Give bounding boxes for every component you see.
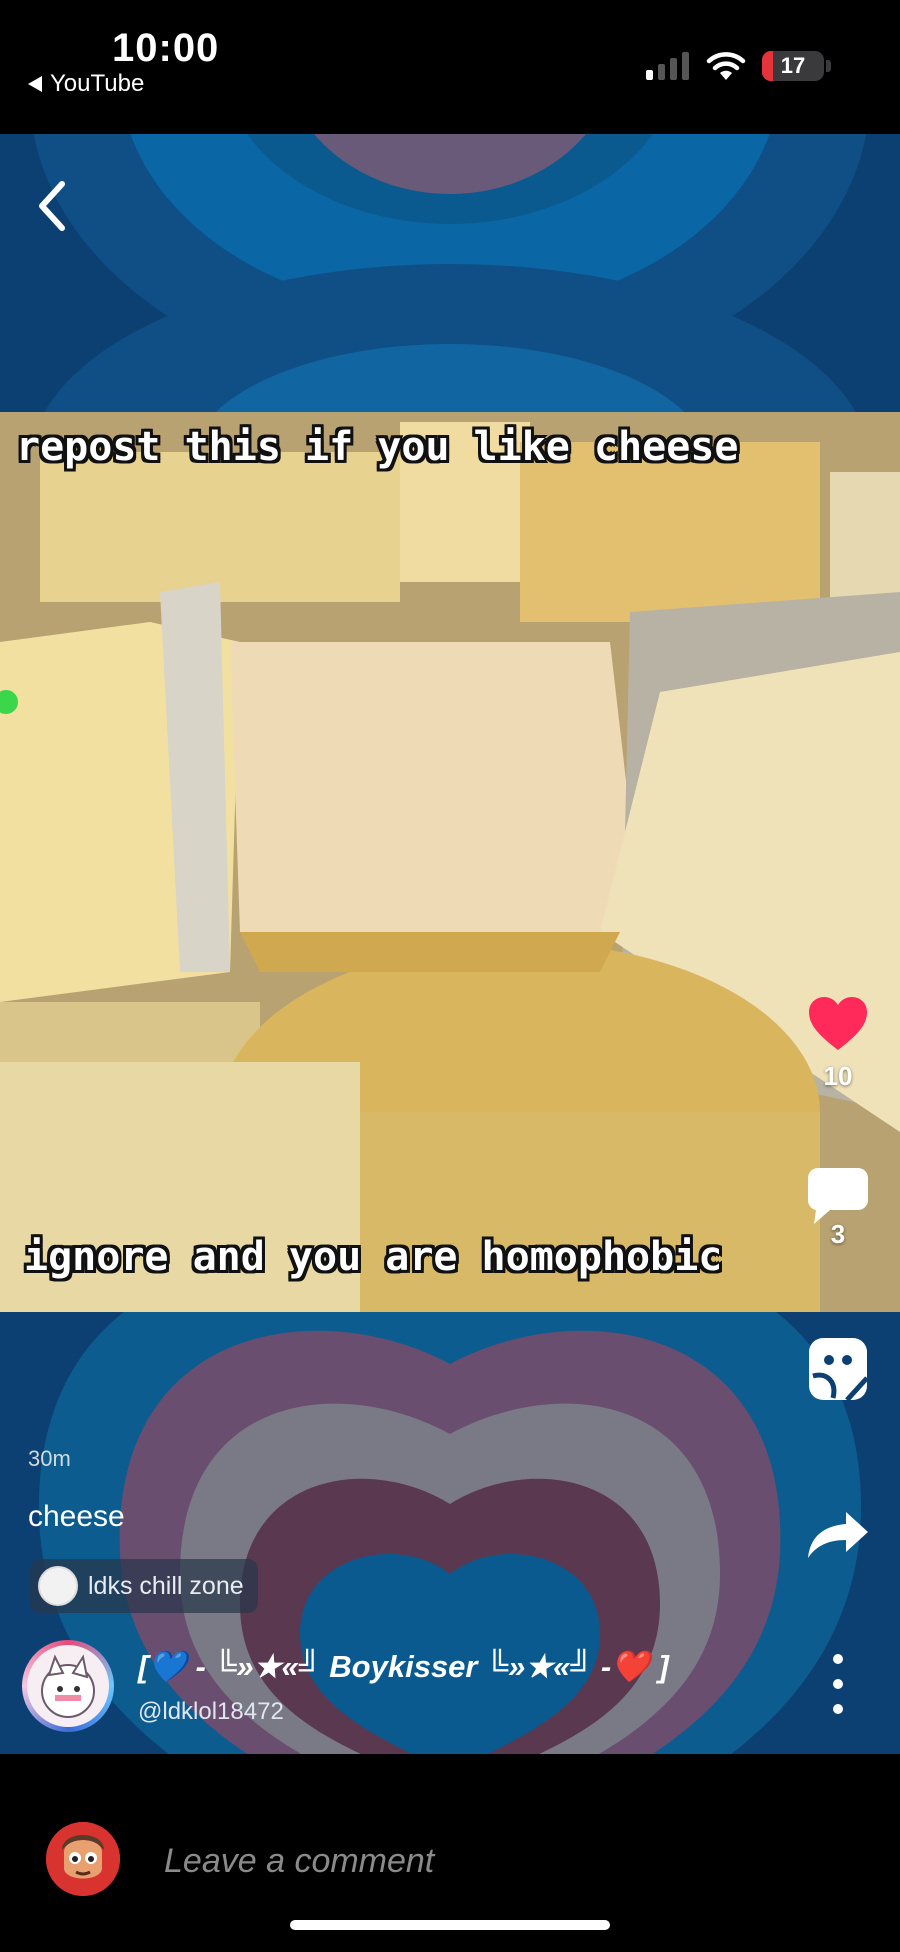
post-title: cheese [28,1500,125,1533]
share-button[interactable] [800,1510,876,1565]
cheese-video-frame [0,412,900,1312]
back-arrow-icon[interactable] [30,174,74,238]
post-time-ago: 30m [28,1446,71,1471]
like-button[interactable]: 10 [800,996,876,1092]
like-count: 10 [823,1061,853,1091]
author-name[interactable]: [💙 - ╚»★«╝ Boykisser ╚»★«╝ -❤️ ] [138,1648,669,1685]
battery-icon: 17 [762,51,824,81]
sticker-icon [809,1338,869,1402]
sticker-button[interactable] [800,1336,876,1407]
author-avatar-drawing [41,1654,95,1718]
my-avatar[interactable] [46,1822,120,1896]
more-icon[interactable] [826,1654,850,1714]
comment-button[interactable]: 3 [800,1166,876,1250]
author-handle[interactable]: @ldklol18472 [138,1698,284,1726]
community-chip[interactable]: ldks chill zone [30,1559,258,1613]
video-caption-bottom: ignore and you are homophobic [24,1234,723,1280]
my-avatar-drawing [46,1822,120,1896]
community-avatar [38,1566,78,1606]
back-to-app-link[interactable]: YouTube [28,70,144,98]
author-avatar[interactable] [22,1640,114,1732]
battery-percent: 17 [780,53,806,78]
wifi-icon [706,52,746,80]
video-player[interactable]: repost this if you like cheese ignore an… [0,412,900,1312]
share-icon [808,1512,868,1558]
community-name: ldks chill zone [88,1571,244,1600]
signal-icon [646,52,689,80]
back-triangle-icon [28,76,42,92]
heart-icon [809,997,867,1050]
post-view: repost this if you like cheese ignore an… [0,134,900,1754]
status-bar: 10:00 YouTube 17 [0,0,900,134]
video-caption-top: repost this if you like cheese [16,424,739,470]
home-indicator[interactable] [290,1920,610,1930]
battery-tip [826,60,831,72]
back-app-label: YouTube [50,70,145,97]
comment-input[interactable] [164,1836,764,1886]
status-time: 10:00 [112,26,220,70]
